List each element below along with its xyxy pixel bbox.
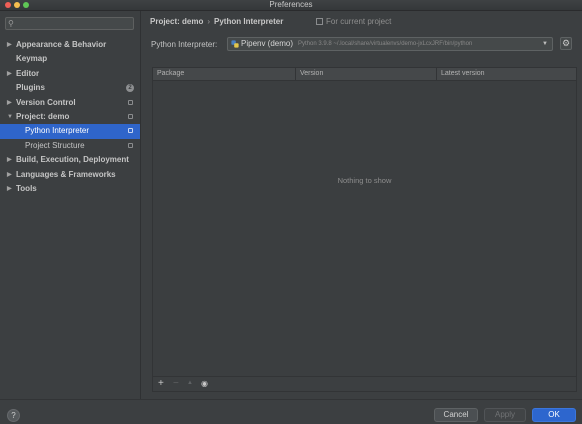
sidebar-item-label: Languages & Frameworks bbox=[16, 169, 116, 179]
sidebar-item-label: Version Control bbox=[16, 97, 76, 107]
sidebar-item-editor[interactable]: ▶ Editor bbox=[0, 67, 140, 81]
project-scope-icon bbox=[128, 113, 133, 119]
interpreter-name: Pipenv (demo) bbox=[241, 39, 294, 48]
window-titlebar: Preferences bbox=[0, 0, 582, 11]
ok-button[interactable]: OK bbox=[532, 408, 576, 422]
sidebar-item-label: Editor bbox=[16, 68, 40, 78]
sidebar-item-label: Tools bbox=[16, 183, 37, 193]
scope-label: For current project bbox=[326, 17, 392, 26]
search-icon: ⚲ bbox=[8, 19, 14, 28]
settings-tree: ▶ Appearance & Behavior Keymap ▶ Editor Plugi… bbox=[0, 38, 140, 196]
interpreter-settings-button[interactable]: ⚙ bbox=[560, 37, 572, 50]
remove-package-button[interactable]: − bbox=[173, 377, 179, 390]
sidebar-item-label: Project: demo bbox=[16, 111, 70, 121]
table-header: Package Version Latest version bbox=[153, 68, 576, 81]
packages-table: Package Version Latest version Nothing t… bbox=[152, 67, 577, 392]
column-header-package[interactable]: Package bbox=[153, 68, 295, 80]
cancel-button[interactable]: Cancel bbox=[434, 408, 478, 422]
sidebar-item-build-execution-deployment[interactable]: ▶ Build, Execution, Deployment bbox=[0, 153, 140, 167]
project-scope-icon bbox=[128, 128, 133, 134]
sidebar-item-appearance-behavior[interactable]: ▶ Appearance & Behavior bbox=[0, 38, 140, 52]
chevron-right-icon[interactable]: ▶ bbox=[7, 38, 12, 52]
sidebar-item-version-control[interactable]: ▶ Version Control bbox=[0, 96, 140, 110]
interpreter-path: Python 3.9.8 ~/.local/share/virtualenvs/… bbox=[298, 41, 473, 47]
project-scope-icon bbox=[128, 142, 133, 148]
sidebar-item-label: Plugins bbox=[16, 83, 45, 93]
chevron-right-icon[interactable]: ▶ bbox=[7, 67, 12, 81]
sidebar-item-plugins[interactable]: Plugins 2 bbox=[0, 81, 140, 95]
column-header-version[interactable]: Version bbox=[295, 68, 436, 80]
gear-icon: ⚙ bbox=[561, 38, 571, 48]
sidebar-item-label: Keymap bbox=[16, 54, 48, 64]
project-scope-icon bbox=[128, 99, 133, 105]
chevron-down-icon: ▼ bbox=[542, 41, 548, 47]
sidebar-item-languages-frameworks[interactable]: ▶ Languages & Frameworks bbox=[0, 168, 140, 182]
python-icon bbox=[231, 40, 239, 48]
update-count-badge: 2 bbox=[126, 84, 134, 93]
sidebar-item-keymap[interactable]: Keymap bbox=[0, 52, 140, 66]
interpreter-label: Python Interpreter: bbox=[151, 40, 218, 49]
show-early-releases-button[interactable]: ◉ bbox=[201, 377, 208, 390]
chevron-down-icon[interactable]: ▼ bbox=[7, 110, 13, 124]
settings-content: Project: demo › Python Interpreter For cur… bbox=[141, 11, 582, 399]
sidebar-item-label: Project Structure bbox=[25, 140, 85, 150]
breadcrumb: Project: demo › Python Interpreter bbox=[150, 16, 283, 28]
chevron-right-icon[interactable]: ▶ bbox=[7, 96, 12, 110]
empty-state-text: Nothing to show bbox=[337, 176, 392, 185]
column-header-latest-version[interactable]: Latest version bbox=[436, 68, 576, 80]
help-button[interactable]: ? bbox=[7, 409, 20, 422]
window-title: Preferences bbox=[269, 0, 313, 9]
settings-search-input[interactable]: ⚲ bbox=[5, 17, 134, 30]
upgrade-package-button[interactable]: ▲ bbox=[187, 377, 193, 390]
project-scope-icon bbox=[316, 18, 323, 26]
sidebar-item-label: Appearance & Behavior bbox=[16, 40, 107, 49]
settings-sidebar: ⚲ ▶ Appearance & Behavior Keymap ▶ Editor Plu… bbox=[0, 11, 141, 399]
breadcrumb-project[interactable]: Project: demo bbox=[150, 17, 203, 26]
table-toolbar: + − ▲ ◉ bbox=[153, 376, 576, 391]
sidebar-item-label: Python Interpreter bbox=[25, 126, 90, 136]
sidebar-item-project-demo[interactable]: ▼ Project: demo bbox=[0, 110, 140, 124]
interpreter-dropdown[interactable]: Pipenv (demo) Python 3.9.8 ~/.local/shar… bbox=[227, 37, 553, 51]
sidebar-item-tools[interactable]: ▶ Tools bbox=[0, 182, 140, 196]
scope-hint: For current project bbox=[316, 16, 391, 28]
sidebar-item-python-interpreter[interactable]: Python Interpreter bbox=[0, 124, 140, 139]
chevron-right-icon[interactable]: ▶ bbox=[7, 168, 12, 182]
apply-button[interactable]: Apply bbox=[484, 408, 526, 422]
dialog-footer: ? Cancel Apply OK bbox=[0, 399, 582, 424]
sidebar-item-project-structure[interactable]: Project Structure bbox=[0, 139, 140, 153]
breadcrumb-separator: › bbox=[207, 17, 211, 26]
sidebar-item-label: Build, Execution, Deployment bbox=[16, 155, 129, 165]
add-package-button[interactable]: + bbox=[158, 377, 164, 390]
breadcrumb-page: Python Interpreter bbox=[214, 17, 284, 26]
chevron-right-icon[interactable]: ▶ bbox=[7, 182, 12, 196]
chevron-right-icon[interactable]: ▶ bbox=[7, 153, 12, 167]
